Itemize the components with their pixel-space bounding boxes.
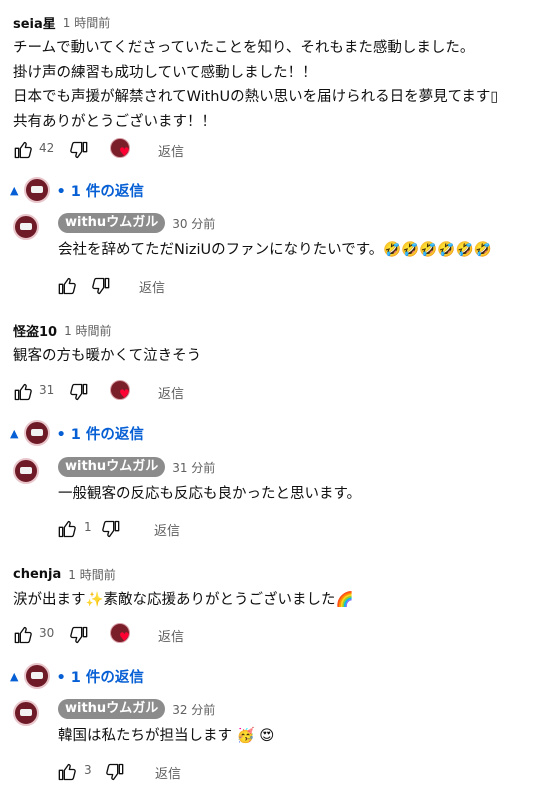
like-count: 3 — [84, 763, 92, 777]
reply-actions: 返信 — [0, 274, 543, 298]
replies-toggle-label: • 1 件の返信 — [56, 669, 144, 686]
reply-header: withuウムガル 32 分前 — [58, 698, 215, 720]
comment-text: チームで動いてくださっていたことを知り、それもまた感動しました。 掛け声の練習も… — [13, 40, 499, 130]
thumb-down-icon — [70, 383, 88, 401]
replies-toggle[interactable]: ▲ • 1 件の返信 — [10, 419, 144, 447]
reply-author-badge[interactable]: withuウムガル — [58, 457, 166, 477]
replier-avatar — [24, 663, 51, 689]
like-count: 31 — [39, 383, 55, 397]
creator-heart: ♥ — [110, 380, 134, 404]
reply-actions: 1 返信 — [0, 517, 543, 541]
like-button[interactable] — [12, 623, 32, 647]
thumb-up-icon — [14, 141, 32, 159]
reply-avatar[interactable] — [13, 214, 39, 240]
dislike-button[interactable] — [92, 274, 112, 298]
reply-avatar[interactable] — [13, 700, 39, 726]
comment-header: seia星 1 時間前 — [13, 12, 110, 32]
replies-toggle[interactable]: ▲ • 1 件の返信 — [10, 176, 144, 204]
comment-header: chenja 1 時間前 — [13, 564, 116, 584]
reply-actions: 3 返信 — [0, 760, 543, 784]
reply-button[interactable]: 返信 — [158, 626, 184, 645]
like-button[interactable] — [56, 517, 76, 541]
replier-avatar — [24, 177, 51, 203]
comment-actions: 42 ♥ 返信 — [0, 138, 543, 162]
comment-actions: 30 ♥ 返信 — [0, 623, 543, 647]
comment-text: 涙が出ます✨素敵な応援ありがとうございました🌈 — [13, 592, 354, 608]
thumb-up-icon — [14, 383, 32, 401]
like-button[interactable] — [56, 274, 76, 298]
comment-time[interactable]: 1 時間前 — [63, 14, 110, 31]
like-count: 1 — [84, 520, 92, 534]
reply-button[interactable]: 返信 — [155, 763, 181, 782]
caret-up-icon: ▲ — [10, 426, 19, 440]
replies-toggle-label: • 1 件の返信 — [56, 426, 144, 443]
thumb-down-icon — [70, 626, 88, 644]
dislike-button[interactable] — [70, 138, 90, 162]
thumb-down-icon — [92, 277, 110, 295]
reply-time[interactable]: 32 分前 — [172, 701, 215, 718]
thumb-up-icon — [58, 520, 76, 538]
comment-author[interactable]: chenja — [13, 567, 61, 582]
reply-button[interactable]: 返信 — [158, 141, 184, 160]
dislike-button[interactable] — [70, 380, 90, 404]
replies-toggle[interactable]: ▲ • 1 件の返信 — [10, 662, 144, 690]
like-count: 30 — [39, 626, 55, 640]
thumb-up-icon — [58, 277, 76, 295]
reply-text: 韓国は私たちが担当します 🥳 😍 — [58, 728, 275, 744]
comment-author[interactable]: seia星 — [13, 13, 56, 32]
dislike-button[interactable] — [106, 760, 126, 784]
reply-button[interactable]: 返信 — [139, 277, 165, 296]
heart-icon: ♥ — [119, 387, 130, 401]
thumb-up-icon — [14, 626, 32, 644]
reply-time[interactable]: 30 分前 — [172, 215, 215, 232]
comment-time[interactable]: 1 時間前 — [68, 566, 115, 583]
comment-actions: 31 ♥ 返信 — [0, 380, 543, 404]
thumb-up-icon — [58, 763, 76, 781]
comments-page: { "comments": [ { "author": "seia星", "ti… — [0, 0, 543, 793]
like-count: 42 — [39, 141, 55, 155]
comment-time[interactable]: 1 時間前 — [64, 322, 111, 339]
dislike-button[interactable] — [102, 517, 122, 541]
comment-text: 観客の方も暖かくて泣きそう — [13, 348, 202, 364]
replier-avatar — [24, 420, 51, 446]
dislike-button[interactable] — [70, 623, 90, 647]
reply-text: 一般観客の反応も反応も良かったと思います。 — [58, 486, 362, 502]
caret-up-icon: ▲ — [10, 183, 19, 197]
thumb-down-icon — [102, 520, 120, 538]
comment-header: 怪盗10 1 時間前 — [13, 320, 112, 340]
caret-up-icon: ▲ — [10, 669, 19, 683]
creator-heart: ♥ — [110, 623, 134, 647]
heart-icon: ♥ — [119, 145, 130, 159]
thumb-down-icon — [106, 763, 124, 781]
like-button[interactable] — [12, 380, 32, 404]
like-button[interactable] — [56, 760, 76, 784]
reply-header: withuウムガル 30 分前 — [58, 212, 215, 234]
reply-time[interactable]: 31 分前 — [172, 459, 215, 476]
reply-avatar[interactable] — [13, 458, 39, 484]
creator-heart: ♥ — [110, 138, 134, 162]
reply-author-badge[interactable]: withuウムガル — [58, 213, 166, 233]
reply-button[interactable]: 返信 — [158, 383, 184, 402]
reply-text: 会社を辞めてただNiziUのファンになりたいです。🤣🤣🤣🤣🤣🤣 — [58, 242, 492, 258]
like-button[interactable] — [12, 138, 32, 162]
replies-toggle-label: • 1 件の返信 — [56, 183, 144, 200]
comment-author[interactable]: 怪盗10 — [13, 321, 57, 340]
reply-header: withuウムガル 31 分前 — [58, 456, 215, 478]
thumb-down-icon — [70, 141, 88, 159]
heart-icon: ♥ — [119, 630, 130, 644]
reply-author-badge[interactable]: withuウムガル — [58, 699, 166, 719]
reply-button[interactable]: 返信 — [154, 520, 180, 539]
